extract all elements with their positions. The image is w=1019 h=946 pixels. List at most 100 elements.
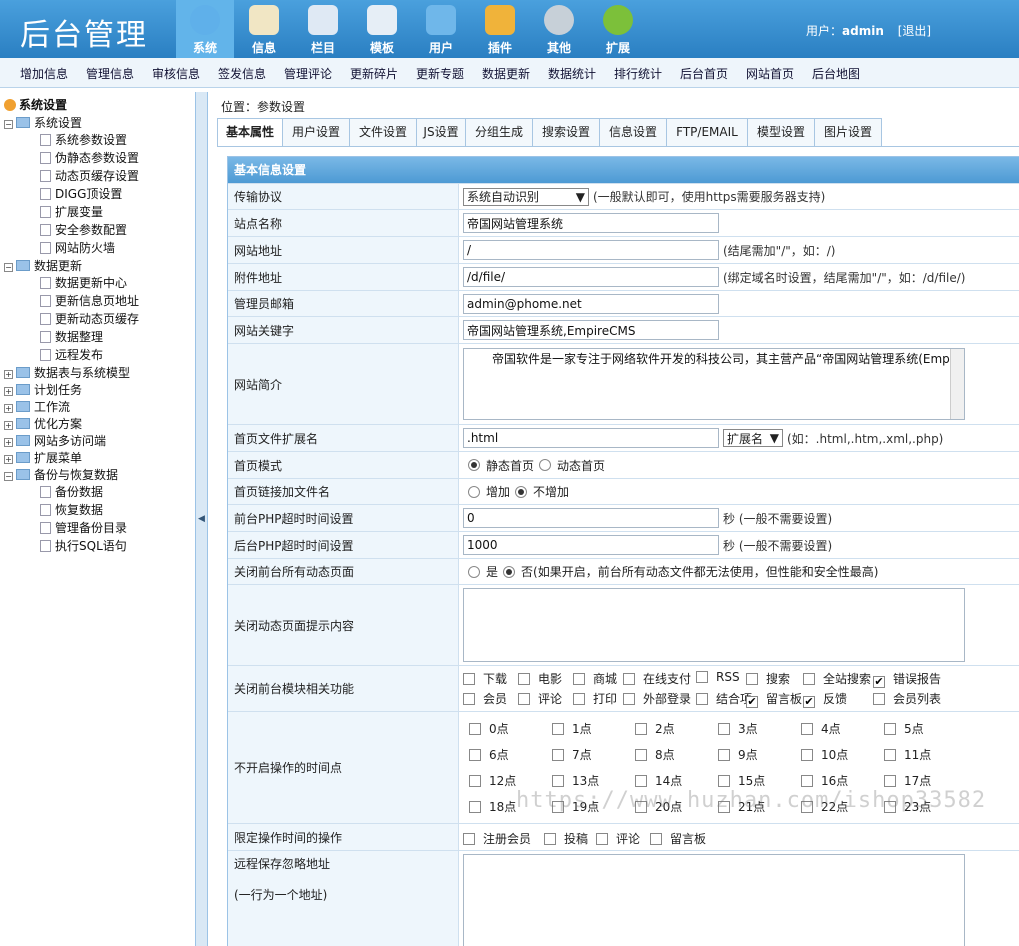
tree-item[interactable]: 更新动态页缓存 — [40, 310, 139, 327]
sub-nav-item-7[interactable]: 数据更新 — [482, 65, 530, 82]
checkbox[interactable] — [573, 673, 585, 685]
sub-nav-item-8[interactable]: 数据统计 — [548, 65, 596, 82]
tree-item[interactable]: 远程发布 — [40, 346, 103, 363]
checkbox-item[interactable]: 结合项 — [696, 690, 752, 707]
top-nav-2[interactable]: 栏目 — [294, 0, 352, 58]
site-name-input[interactable] — [463, 213, 719, 233]
checkbox-item[interactable]: 全站搜索 — [803, 670, 871, 687]
checkbox[interactable] — [696, 693, 708, 705]
checkbox-item[interactable]: 打印 — [573, 690, 617, 707]
checkbox[interactable] — [518, 673, 530, 685]
checkbox-item[interactable]: 12点 — [469, 772, 516, 789]
sub-nav-item-1[interactable]: 管理信息 — [86, 65, 134, 82]
sub-nav-item-5[interactable]: 更新碎片 — [350, 65, 398, 82]
expand-icon[interactable]: + — [4, 404, 13, 413]
checkbox[interactable] — [544, 833, 556, 845]
checkbox[interactable] — [803, 673, 815, 685]
back-timeout-input[interactable] — [463, 535, 719, 555]
radio-button[interactable] — [539, 459, 552, 471]
checkbox[interactable] — [801, 775, 813, 787]
sub-nav-item-9[interactable]: 排行统计 — [614, 65, 662, 82]
checkbox-item[interactable]: 7点 — [552, 746, 592, 763]
checkbox-item[interactable]: 投稿 — [544, 830, 588, 847]
tree-root[interactable]: 系统设置 — [4, 96, 67, 113]
tree-group-5[interactable]: + 优化方案 — [4, 415, 82, 432]
expand-icon[interactable]: + — [4, 370, 13, 379]
expand-icon[interactable]: + — [4, 455, 13, 464]
checkbox[interactable] — [552, 723, 564, 735]
top-nav-0[interactable]: 系统 — [176, 0, 234, 58]
sub-nav-item-6[interactable]: 更新专题 — [416, 65, 464, 82]
sub-nav-item-10[interactable]: 后台首页 — [680, 65, 728, 82]
tree-group-1[interactable]: − 数据更新 — [4, 257, 82, 274]
tab-4[interactable]: 分组生成 — [465, 118, 533, 146]
logout-link[interactable]: [退出] — [898, 24, 931, 38]
checkbox-item[interactable]: RSS — [696, 670, 740, 684]
tree-item[interactable]: 系统参数设置 — [40, 131, 127, 148]
checkbox-item[interactable]: 10点 — [801, 746, 848, 763]
checkbox[interactable] — [463, 833, 475, 845]
checkbox[interactable] — [469, 801, 481, 813]
top-nav-6[interactable]: 其他 — [530, 0, 588, 58]
tree-group-0[interactable]: − 系统设置 — [4, 114, 82, 131]
radio-button[interactable] — [468, 485, 480, 498]
checkbox[interactable] — [552, 749, 564, 761]
checkbox[interactable] — [635, 723, 647, 735]
checkbox-item[interactable]: 16点 — [801, 772, 848, 789]
tree-group-8[interactable]: − 备份与恢复数据 — [4, 466, 118, 483]
tab-9[interactable]: 图片设置 — [814, 118, 882, 146]
index-ext-input[interactable] — [463, 428, 719, 448]
checkbox[interactable] — [884, 749, 896, 761]
sidebar-toggle[interactable]: ◀ — [196, 92, 208, 946]
checkbox-item[interactable]: 评论 — [518, 690, 562, 707]
checkbox[interactable] — [463, 693, 475, 705]
sub-nav-item-11[interactable]: 网站首页 — [746, 65, 794, 82]
checkbox-item[interactable]: 注册会员 — [463, 830, 531, 847]
tree-group-4[interactable]: + 工作流 — [4, 398, 70, 415]
checkbox[interactable] — [718, 775, 730, 787]
tree-item[interactable]: 执行SQL语句 — [40, 537, 127, 554]
collapse-icon[interactable]: − — [4, 263, 13, 272]
checkbox-item[interactable]: 外部登录 — [623, 690, 691, 707]
site-url-input[interactable] — [463, 240, 719, 260]
checkbox[interactable] — [469, 723, 481, 735]
close-tip-textarea[interactable] — [463, 588, 965, 662]
radio-button[interactable] — [468, 459, 480, 471]
checkbox-item[interactable]: 9点 — [718, 746, 758, 763]
checkbox-item[interactable]: 17点 — [884, 772, 931, 789]
sub-nav-item-0[interactable]: 增加信息 — [20, 65, 68, 82]
checkbox-item[interactable]: 4点 — [801, 720, 841, 737]
checkbox-item[interactable]: 会员 — [463, 690, 507, 707]
checkbox[interactable] — [623, 693, 635, 705]
top-nav-4[interactable]: 用户 — [412, 0, 470, 58]
keywords-input[interactable] — [463, 320, 719, 340]
checkbox[interactable] — [469, 775, 481, 787]
checkbox-item[interactable]: 0点 — [469, 720, 509, 737]
checkbox[interactable] — [635, 749, 647, 761]
tree-item[interactable]: 动态页缓存设置 — [40, 167, 139, 184]
tree-item[interactable]: 扩展变量 — [40, 203, 103, 220]
tree-item[interactable]: 恢复数据 — [40, 501, 103, 518]
checkbox-item[interactable]: ✔ 反馈 — [803, 690, 847, 708]
checkbox-item[interactable]: 在线支付 — [623, 670, 691, 687]
checkbox-item[interactable]: 5点 — [884, 720, 924, 737]
sub-nav-item-4[interactable]: 管理评论 — [284, 65, 332, 82]
checkbox-item[interactable]: 电影 — [518, 670, 562, 687]
tab-8[interactable]: 模型设置 — [747, 118, 815, 146]
checkbox[interactable] — [884, 723, 896, 735]
collapse-icon[interactable]: − — [4, 120, 13, 129]
expand-icon[interactable]: + — [4, 421, 13, 430]
tree-group-7[interactable]: + 扩展菜单 — [4, 449, 82, 466]
checkbox-item[interactable]: 1点 — [552, 720, 592, 737]
checkbox-item[interactable]: 搜索 — [746, 670, 790, 687]
collapse-icon[interactable]: − — [4, 472, 13, 481]
checkbox-item[interactable]: 会员列表 — [873, 690, 941, 707]
checkbox-item[interactable]: ✔ 错误报告 — [873, 670, 941, 688]
top-nav-5[interactable]: 插件 — [471, 0, 529, 58]
tree-item[interactable]: DIGG顶设置 — [40, 185, 122, 202]
checkbox[interactable] — [518, 693, 530, 705]
checkbox-item[interactable]: 2点 — [635, 720, 675, 737]
tree-item[interactable]: 伪静态参数设置 — [40, 149, 139, 166]
tree-item[interactable]: 网站防火墙 — [40, 239, 115, 256]
intro-textarea[interactable]: 帝国软件是一家专注于网络软件开发的科技公司，其主营产品“帝国网站管理系统(Emp… — [463, 348, 965, 420]
